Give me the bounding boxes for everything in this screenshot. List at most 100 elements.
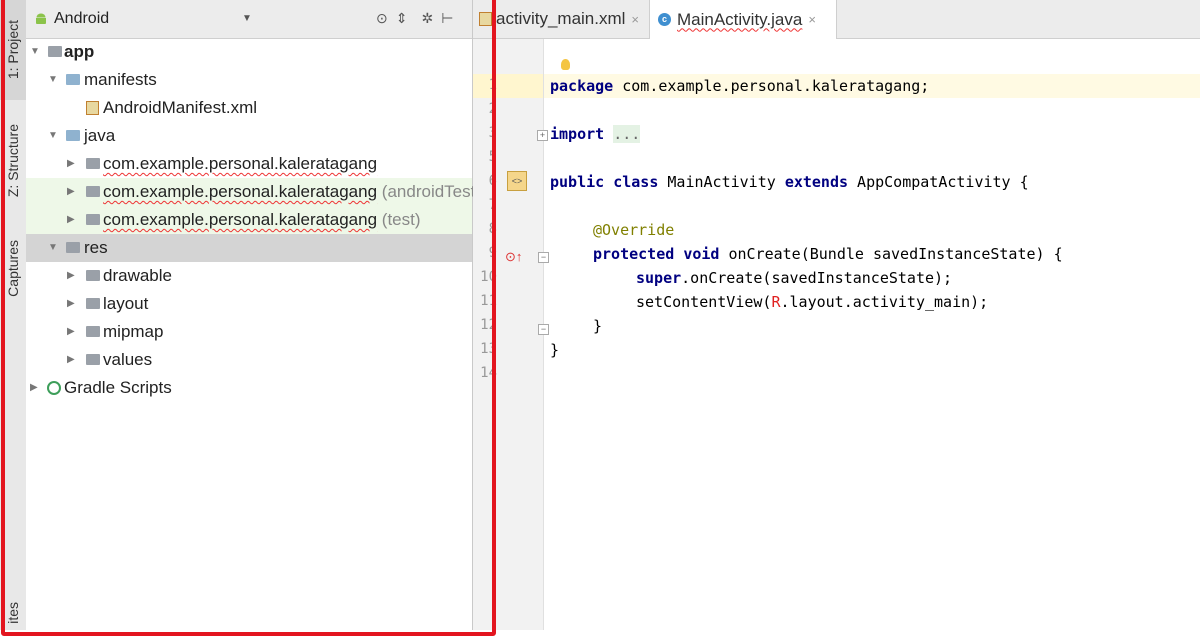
collapse-all-icon[interactable]: ⇕: [396, 10, 408, 27]
favorites-tool-tab[interactable]: ites: [0, 596, 26, 630]
tree-item-suffix: (test): [381, 210, 421, 229]
locate-icon[interactable]: ⊙: [376, 10, 388, 27]
tree-item-drawable[interactable]: ▶ drawable: [26, 262, 472, 290]
tree-item-label: layout: [103, 294, 149, 313]
collapsed-arrow-icon[interactable]: ▶: [67, 290, 75, 318]
line-number: 3: [488, 125, 497, 141]
gradle-icon: [47, 381, 61, 395]
gear-icon[interactable]: ✲: [421, 10, 433, 27]
tree-item-label: com.example.personal.kaleratagang: [103, 210, 378, 229]
tab-mainactivity-java[interactable]: c MainActivity.java ×: [649, 0, 837, 39]
collapsed-arrow-icon[interactable]: ▶: [67, 206, 75, 234]
tree-item-androidmanifest[interactable]: AndroidManifest.xml: [26, 94, 472, 122]
code-text: }: [593, 317, 603, 335]
view-mode-selector[interactable]: Android: [54, 10, 109, 28]
line-number: 12: [480, 317, 497, 333]
manifest-file-icon: [86, 101, 99, 115]
expanded-arrow-icon[interactable]: ▼: [48, 66, 58, 94]
tree-item-label: drawable: [103, 266, 172, 285]
keyword: package: [550, 77, 614, 95]
folder-icon: [86, 298, 100, 309]
code-editor[interactable]: 1 2 3 5 6 7 8 9 10 11 12 13 14 <> ⊙↑ + −…: [473, 39, 1200, 630]
tree-item-mipmap[interactable]: ▶ mipmap: [26, 318, 472, 346]
line-number: 5: [488, 149, 497, 165]
captures-tool-tab-label: Captures: [5, 239, 21, 297]
collapsed-arrow-icon[interactable]: ▶: [67, 346, 75, 374]
collapsed-arrow-icon[interactable]: ▶: [67, 318, 75, 346]
code-line-12: }: [593, 317, 602, 335]
fold-collapse-icon[interactable]: −: [538, 252, 549, 263]
expanded-arrow-icon[interactable]: ▼: [30, 38, 40, 66]
package-icon: [86, 186, 100, 197]
code-text: .layout.activity_main);: [780, 293, 989, 311]
class-icon: c: [658, 13, 671, 26]
tree-item-layout[interactable]: ▶ layout: [26, 290, 472, 318]
tree-item-gradle-scripts[interactable]: ▶ Gradle Scripts: [26, 374, 472, 402]
tree-item-java[interactable]: ▼ java: [26, 122, 472, 150]
line-number: 13: [480, 341, 497, 357]
captures-tool-tab[interactable]: Captures: [0, 226, 26, 310]
override-marker-icon[interactable]: ⊙↑: [505, 249, 522, 265]
hide-panel-icon[interactable]: ⊢: [441, 10, 453, 27]
collapsed-arrow-icon[interactable]: ▶: [67, 178, 75, 206]
code-line-3: import ...: [550, 125, 641, 143]
expanded-arrow-icon[interactable]: ▼: [48, 122, 58, 150]
folder-icon: [86, 270, 100, 281]
collapsed-arrow-icon[interactable]: ▶: [67, 262, 75, 290]
close-icon[interactable]: ×: [631, 12, 639, 27]
code-line-1: package com.example.personal.kaleratagan…: [550, 77, 929, 95]
editor-tab-bar: activity_main.xml × c MainActivity.java …: [473, 0, 1200, 39]
android-icon: [36, 13, 46, 24]
tree-item-package-main[interactable]: ▶ com.example.personal.kaleratagang: [26, 150, 472, 178]
tree-item-package-androidtest[interactable]: ▶ com.example.personal.kaleratagang (and…: [26, 178, 481, 206]
keyword: import: [550, 125, 605, 143]
project-panel-header: Android ▼ ⊙ ⇕ ✲ ⊢: [26, 0, 472, 39]
structure-tool-tab[interactable]: Z: Structure: [0, 106, 26, 216]
code-line-6: public class MainActivity extends AppCom…: [550, 173, 1029, 191]
tree-item-label: com.example.personal.kaleratagang: [103, 182, 378, 201]
line-number: 9: [488, 245, 497, 261]
collapsed-arrow-icon[interactable]: ▶: [30, 374, 38, 402]
folder-icon: [66, 130, 80, 141]
tree-item-suffix: (androidTest): [381, 182, 482, 201]
tab-activity-main-xml[interactable]: activity_main.xml ×: [479, 0, 645, 38]
tree-item-label: manifests: [84, 70, 157, 89]
tree-item-label: mipmap: [103, 322, 164, 341]
close-icon[interactable]: ×: [808, 12, 816, 27]
code-text: onCreate(Bundle savedInstanceState) {: [719, 245, 1063, 263]
tree-item-manifests[interactable]: ▼ manifests: [26, 66, 472, 94]
collapsed-arrow-icon[interactable]: ▶: [67, 150, 75, 178]
project-tool-tab[interactable]: 1: Project: [0, 0, 26, 100]
layout-link-icon[interactable]: <>: [507, 171, 527, 191]
fold-expand-icon[interactable]: +: [537, 130, 548, 141]
project-panel-toolbar: ⊙ ⇕ ✲ ⊢: [376, 10, 453, 27]
tool-window-strip: 1: Project Z: Structure Captures ites: [0, 0, 27, 630]
keyword: class: [613, 173, 659, 191]
tree-item-package-test[interactable]: ▶ com.example.personal.kaleratagang (tes…: [26, 206, 472, 234]
keyword: protected: [593, 245, 675, 263]
tree-item-label: values: [103, 350, 153, 369]
folded-imports[interactable]: ...: [613, 125, 641, 143]
keyword: public: [550, 173, 605, 191]
xml-file-icon: [479, 12, 492, 26]
code-area[interactable]: [544, 39, 1200, 630]
class-name: MainActivity: [667, 173, 776, 191]
r-class-reference: R: [771, 293, 781, 311]
tree-item-values[interactable]: ▶ values: [26, 346, 472, 374]
keyword: super: [636, 269, 682, 287]
expanded-arrow-icon[interactable]: ▼: [48, 234, 58, 262]
code-line-13: }: [550, 341, 559, 359]
tree-item-label: AndroidManifest.xml: [103, 98, 258, 117]
package-icon: [86, 158, 100, 169]
fold-collapse-icon[interactable]: −: [538, 324, 549, 335]
code-text: AppCompatActivity {: [848, 173, 1029, 191]
code-text: setContentView(: [636, 293, 772, 311]
tab-label: activity_main.xml: [496, 9, 626, 28]
tree-item-res[interactable]: ▼ res: [26, 234, 472, 262]
line-number: 10: [480, 269, 497, 285]
folder-icon: [86, 326, 100, 337]
chevron-down-icon[interactable]: ▼: [242, 13, 252, 24]
lightbulb-icon[interactable]: [561, 59, 570, 70]
annotation: @Override: [593, 221, 675, 239]
tree-item-app[interactable]: ▼ app: [26, 38, 472, 66]
